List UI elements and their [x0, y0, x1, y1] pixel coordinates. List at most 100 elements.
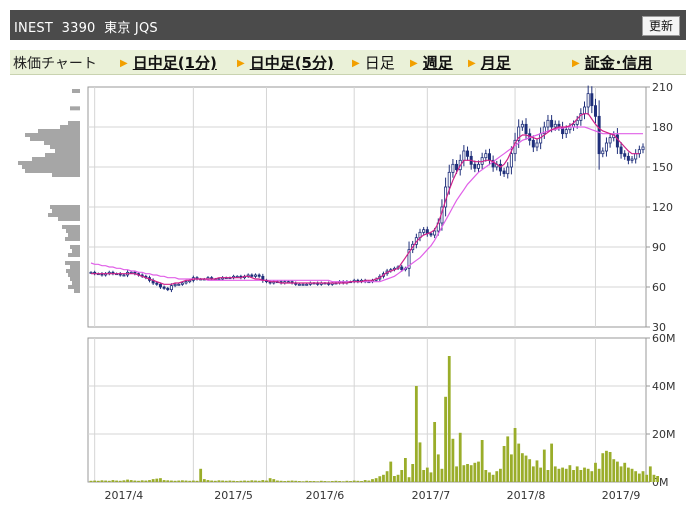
- volume-profile-bar: [48, 213, 80, 217]
- volume-bar: [648, 466, 652, 482]
- volume-bar: [601, 453, 605, 482]
- candle-body: [502, 170, 506, 175]
- volume-bar: [608, 452, 612, 482]
- volume-profile-bar: [68, 233, 80, 237]
- volume-bar: [360, 481, 363, 482]
- candle-body: [506, 166, 510, 175]
- volume-bar: [546, 470, 550, 482]
- candle-body: [473, 163, 477, 169]
- volume-bar: [641, 471, 645, 482]
- volume-bar: [473, 462, 477, 482]
- volume-bar: [89, 480, 93, 482]
- volume-bar: [396, 474, 400, 482]
- price-tick-label: 180: [652, 121, 673, 134]
- volume-bar: [96, 480, 100, 482]
- volume-profile-bar: [50, 145, 80, 149]
- volume-bar: [531, 466, 535, 482]
- candle-body: [608, 137, 612, 144]
- volume-bar: [524, 455, 528, 482]
- volume-profile-bar: [38, 129, 80, 133]
- volume-bar: [312, 481, 316, 482]
- volume-bar: [597, 468, 601, 482]
- candle-body: [586, 93, 590, 108]
- candle-body: [564, 129, 568, 135]
- candle-body: [169, 285, 173, 291]
- candle-body: [155, 282, 159, 285]
- candle-body: [546, 119, 550, 128]
- candle-body: [257, 274, 261, 277]
- candle-body: [597, 115, 601, 155]
- volume-profile-bar: [32, 157, 80, 161]
- volume-bar: [228, 480, 232, 482]
- volume-bar: [177, 480, 181, 482]
- volume-profile-bar: [68, 285, 80, 289]
- volume-bar: [550, 443, 554, 482]
- volume-bar: [458, 432, 462, 482]
- volume-bar: [645, 474, 649, 482]
- volume-profile-bar: [68, 253, 80, 257]
- volume-panel: 60M40M20M0M: [87, 332, 676, 489]
- volume-bar: [575, 466, 579, 482]
- volume-tick-label: 20M: [652, 428, 676, 441]
- volume-bar: [334, 480, 338, 482]
- volume-bar: [477, 461, 480, 482]
- volume-profile-bar: [18, 161, 80, 165]
- volume-bar: [480, 440, 484, 482]
- volume-bar: [356, 480, 360, 482]
- volume-bar: [166, 480, 170, 482]
- candle-body: [583, 106, 587, 115]
- volume-profile-bar: [70, 265, 80, 269]
- candle-body: [429, 233, 433, 236]
- volume-profile-bar: [70, 245, 80, 249]
- volume-bar: [553, 466, 557, 482]
- volume-profile-bar: [58, 217, 80, 221]
- candle-body: [524, 123, 528, 135]
- volume-bar: [363, 480, 367, 482]
- candle-body: [593, 105, 597, 117]
- volume-bar: [290, 480, 294, 482]
- volume-profile-bar: [44, 141, 80, 145]
- candle-body: [509, 153, 513, 168]
- volume-profile-bar: [68, 121, 80, 125]
- volume-bar: [513, 428, 517, 482]
- volume-bar: [594, 462, 597, 482]
- volume-bar: [265, 480, 268, 482]
- stock-chart: 210180150120906030 60M40M20M0M 2017/4 201…: [18, 81, 676, 502]
- volume-bar: [206, 480, 210, 482]
- volume-bar: [148, 480, 151, 482]
- volume-bar: [583, 467, 586, 482]
- volume-bar: [93, 480, 97, 482]
- volume-bar: [535, 460, 539, 482]
- candle-body: [180, 282, 184, 285]
- volume-profile-bar: [74, 289, 80, 293]
- volume-bar: [122, 480, 126, 482]
- candle-body: [462, 150, 466, 161]
- candle-body: [637, 149, 641, 155]
- volume-bar: [257, 480, 261, 482]
- volume-profile-bar: [62, 225, 80, 229]
- volume-profile-bar: [60, 125, 80, 129]
- volume-bar: [100, 480, 104, 482]
- x-tick-label: 2017/6: [306, 489, 345, 502]
- volume-profile-bar: [25, 169, 80, 173]
- candle-body: [422, 229, 426, 233]
- volume-bar: [634, 471, 638, 482]
- volume-bar: [294, 480, 298, 482]
- volume-bar: [455, 466, 458, 482]
- volume-profile-bar: [66, 269, 80, 273]
- price-tick-label: 90: [652, 241, 666, 254]
- candle-body: [122, 274, 126, 277]
- volume-profile-bar: [30, 137, 80, 141]
- candle-body: [433, 230, 437, 236]
- volume-bar: [499, 468, 502, 482]
- volume-profile-bar: [45, 153, 80, 157]
- candle-body: [476, 163, 480, 169]
- candle-body: [550, 119, 554, 128]
- volume-bar: [590, 471, 594, 482]
- volume-bar: [133, 480, 137, 482]
- candle-body: [162, 286, 166, 289]
- candle-body: [455, 163, 459, 171]
- volume-bar: [305, 480, 309, 482]
- volume-bar: [568, 465, 572, 482]
- volume-bar: [371, 479, 374, 482]
